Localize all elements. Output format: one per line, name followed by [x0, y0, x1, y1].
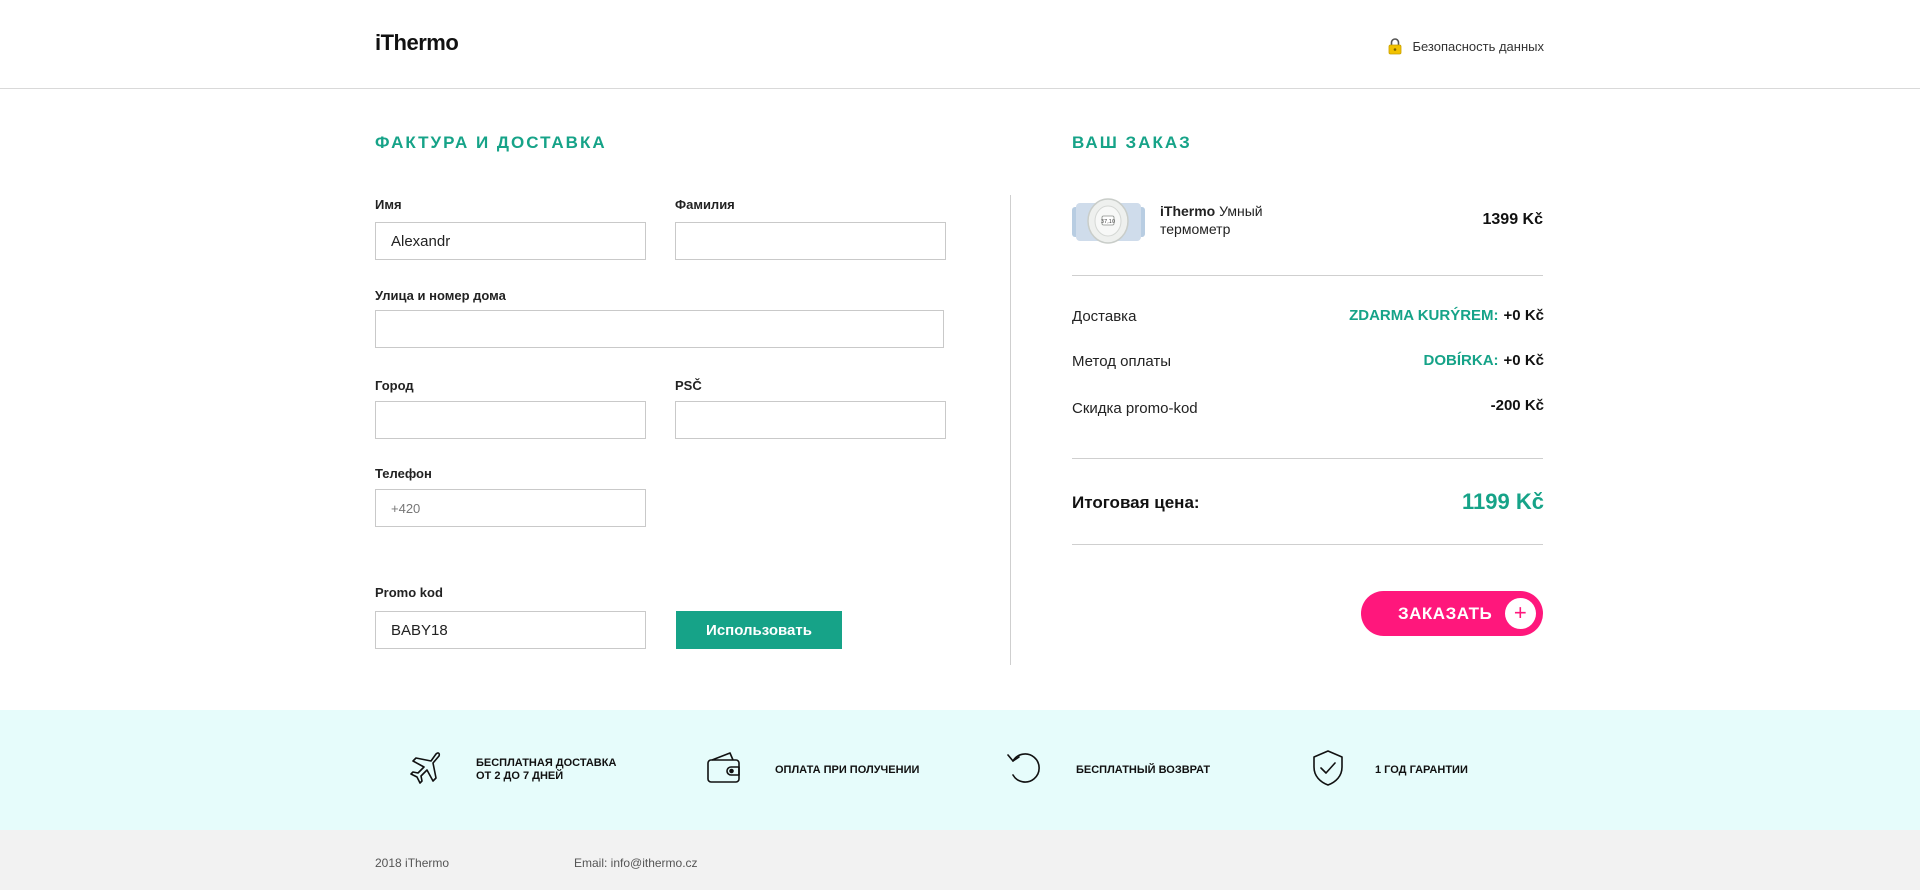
plane-icon [406, 749, 444, 792]
order-title: ВАШ ЗАКАЗ [1072, 133, 1192, 152]
benefit-item: БЕСПЛАТНАЯ ДОСТАВКА ОТ 2 ДО 7 ДНЕЙ [406, 710, 616, 830]
benefit-item: БЕСПЛАТНЫЙ ВОЗВРАТ [1005, 710, 1210, 830]
discount-label: Скидка promo-kod [1072, 400, 1198, 417]
product-name: iThermo Умный термометр [1160, 202, 1280, 238]
total-label: Итоговая цена: [1072, 493, 1200, 512]
wallet-icon [706, 750, 742, 791]
benefit-item: ОПЛАТА ПРИ ПОЛУЧЕНИИ [706, 710, 919, 830]
plus-icon: + [1505, 598, 1536, 629]
last-name-label: Фамилия [675, 197, 735, 212]
benefit-text: ОПЛАТА ПРИ ПОЛУЧЕНИИ [775, 764, 919, 777]
city-label: Город [375, 378, 414, 393]
product-price: 1399 Kč [1482, 211, 1544, 228]
zip-label: PSČ [675, 378, 702, 393]
promo-label: Promo kod [375, 585, 443, 600]
divider [1072, 458, 1543, 459]
benefit-line: БЕСПЛАТНАЯ ДОСТАВКА [476, 757, 617, 769]
street-label: Улица и номер дома [375, 288, 506, 303]
product-image-reading: 37,10 [1101, 219, 1115, 225]
benefit-text: 1 ГОД ГАРАНТИИ [1375, 764, 1468, 777]
footer-email[interactable]: Email: info@ithermo.cz [574, 856, 698, 870]
apply-promo-button[interactable]: Использовать [676, 611, 842, 649]
last-name-input[interactable] [675, 222, 946, 260]
data-security-label: Безопасность данных [1412, 38, 1544, 54]
delivery-value: ZDARMA KURÝREM: +0 Kč [1349, 307, 1544, 324]
phone-label: Телефон [375, 466, 432, 481]
benefit-line: ОТ 2 ДО 7 ДНЕЙ [476, 770, 564, 782]
payment-value: DOBÍRKA: +0 Kč [1424, 352, 1544, 369]
benefit-text: БЕСПЛАТНЫЙ ВОЗВРАТ [1076, 764, 1210, 777]
divider [1072, 275, 1543, 276]
header: iThermo Безопасность данных [0, 0, 1920, 89]
payment-label: Метод оплаты [1072, 353, 1172, 370]
data-security-notice: Безопасность данных [1388, 37, 1544, 55]
product-image: 37,10 [1072, 195, 1145, 247]
benefit-item: 1 ГОД ГАРАНТИИ [1311, 710, 1468, 830]
return-icon [1005, 749, 1043, 792]
city-input[interactable] [375, 401, 646, 439]
street-input[interactable] [375, 310, 944, 348]
benefits-band: БЕСПЛАТНАЯ ДОСТАВКА ОТ 2 ДО 7 ДНЕЙ ОПЛАТ… [0, 710, 1920, 830]
payment-price: +0 Kč [1503, 352, 1544, 369]
product-brand: iThermo [1160, 203, 1216, 219]
delivery-method: ZDARMA KURÝREM: [1349, 307, 1499, 324]
column-divider [1010, 195, 1011, 665]
promo-code-input[interactable] [375, 611, 646, 649]
shield-check-icon [1311, 749, 1345, 792]
footer: 2018 iThermo Email: info@ithermo.cz [0, 830, 1920, 890]
benefit-line: БЕСПЛАТНЫЙ ВОЗВРАТ [1076, 763, 1211, 776]
footer-copyright: 2018 iThermo [375, 856, 450, 870]
billing-title: ФАКТУРА И ДОСТАВКА [375, 133, 607, 152]
delivery-price: +0 Kč [1503, 307, 1544, 324]
discount-price: -200 Kč [1490, 397, 1544, 414]
benefit-line: ОПЛАТА ПРИ ПОЛУЧЕНИИ [775, 763, 920, 776]
total-price: 1199 Kč [1462, 489, 1544, 514]
zip-input[interactable] [675, 401, 946, 439]
place-order-button[interactable]: ЗАКАЗАТЬ + [1361, 591, 1543, 636]
divider [1072, 544, 1543, 545]
benefit-line: 1 ГОД ГАРАНТИИ [1375, 763, 1468, 776]
place-order-label: ЗАКАЗАТЬ [1398, 603, 1493, 623]
delivery-label: Доставка [1072, 308, 1137, 325]
lock-icon [1388, 37, 1402, 55]
first-name-label: Имя [375, 197, 402, 212]
payment-method: DOBÍRKA: [1423, 352, 1499, 369]
phone-input[interactable] [375, 489, 646, 527]
benefit-text: БЕСПЛАТНАЯ ДОСТАВКА ОТ 2 ДО 7 ДНЕЙ [476, 757, 616, 783]
first-name-input[interactable] [375, 222, 646, 260]
logo[interactable]: iThermo [375, 30, 459, 56]
